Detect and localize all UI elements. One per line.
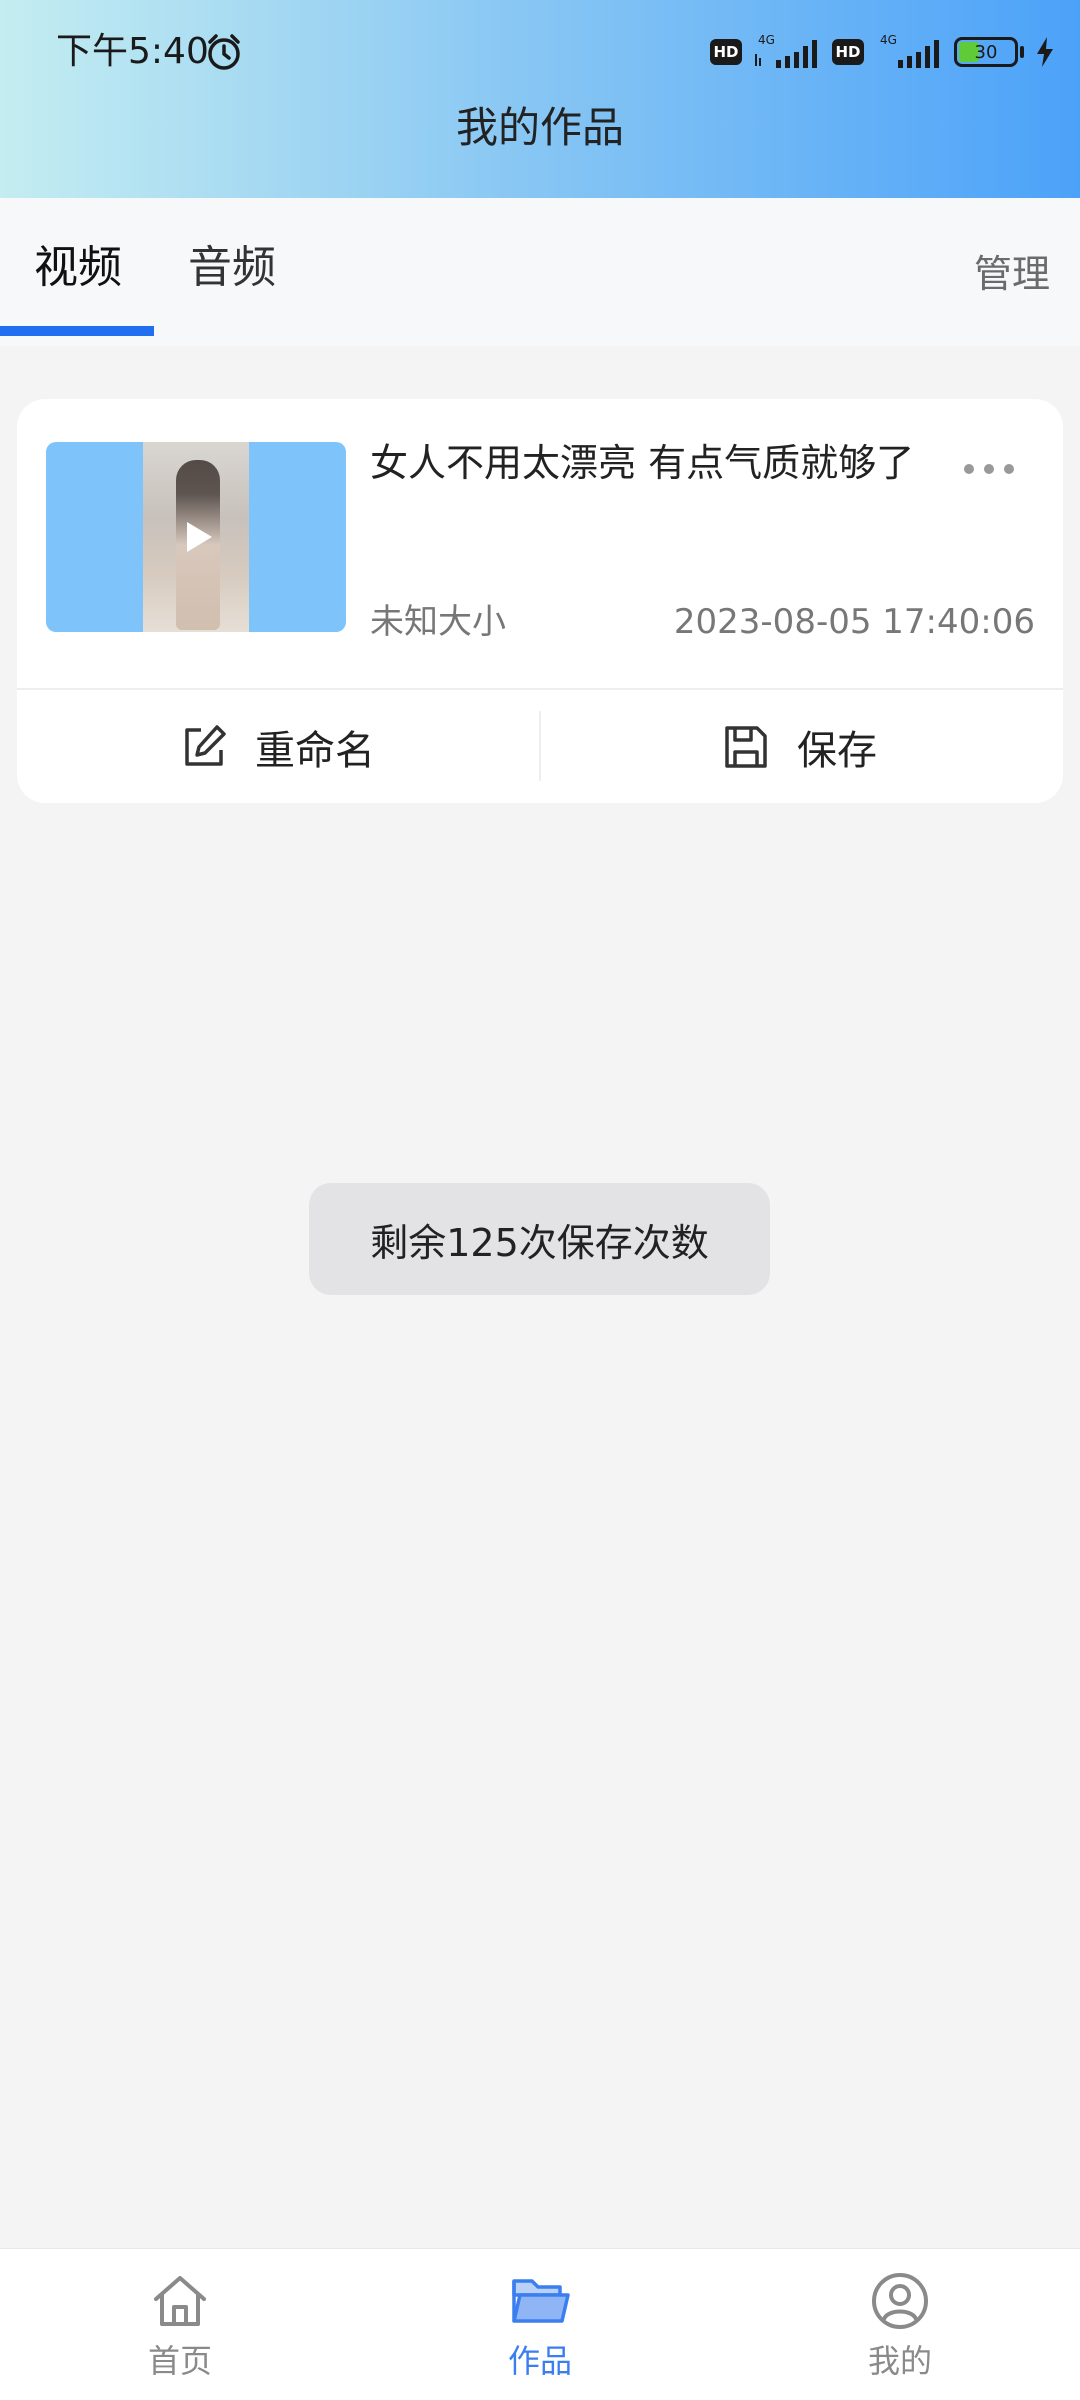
battery-icon: 30 (954, 37, 1018, 67)
battery-level: 30 (974, 41, 998, 63)
tabs-bar: 视频 音频 管理 (0, 198, 1080, 346)
rename-label: 重命名 (255, 727, 375, 774)
signal-icon: 4G (755, 33, 817, 68)
manage-button[interactable]: 管理 (974, 244, 1050, 304)
toast-message: 剩余125次保存次数 (309, 1183, 770, 1295)
video-thumbnail[interactable] (46, 442, 346, 632)
status-indicators: HD 4G HD 4G 30 (710, 30, 1056, 74)
home-icon (154, 2276, 206, 2326)
bottom-nav: 首页 作品 我的 (0, 2248, 1080, 2400)
status-bar: 下午5:40 HD 4G HD 4G 30 (0, 0, 1080, 104)
nav-home[interactable]: 首页 (80, 2249, 280, 2400)
nav-me-label: 我的 (867, 2342, 932, 2380)
work-date: 2023-08-05 17:40:06 (673, 602, 1035, 642)
signal-icon: 4G (880, 33, 939, 68)
tab-video[interactable]: 视频 (34, 238, 122, 298)
more-icon[interactable] (959, 459, 1019, 479)
tab-audio[interactable]: 音频 (188, 238, 276, 298)
svg-text:4G: 4G (880, 33, 897, 47)
nav-works[interactable]: 作品 (440, 2249, 640, 2400)
charging-icon (1037, 37, 1053, 67)
hd-badge: HD (710, 39, 742, 65)
save-button[interactable]: 保存 (721, 690, 877, 803)
save-label: 保存 (797, 727, 877, 774)
divider (17, 688, 1063, 690)
nav-home-label: 首页 (147, 2342, 212, 2380)
folder-icon (512, 2279, 570, 2323)
edit-icon (185, 724, 226, 766)
page-title: 我的作品 (455, 103, 624, 152)
work-size: 未知大小 (370, 602, 506, 642)
svg-text:4G: 4G (758, 33, 775, 47)
alarm-icon (208, 34, 240, 70)
divider (539, 711, 541, 781)
header: 下午5:40 HD 4G HD 4G 30 我的作品 (0, 0, 1080, 198)
status-time: 下午5:40 (56, 31, 209, 72)
nav-me[interactable]: 我的 (800, 2249, 1000, 2400)
play-icon[interactable] (177, 517, 217, 557)
active-tab-indicator (0, 326, 154, 336)
user-icon (872, 2273, 928, 2329)
work-title: 女人不用太漂亮 有点气质就够了 (370, 441, 915, 485)
save-icon (725, 725, 767, 768)
nav-works-label: 作品 (507, 2342, 572, 2380)
rename-button[interactable]: 重命名 (179, 690, 375, 803)
work-card[interactable]: 女人不用太漂亮 有点气质就够了 未知大小 2023-08-05 17:40:06… (17, 399, 1063, 803)
hd-badge: HD (832, 39, 864, 65)
